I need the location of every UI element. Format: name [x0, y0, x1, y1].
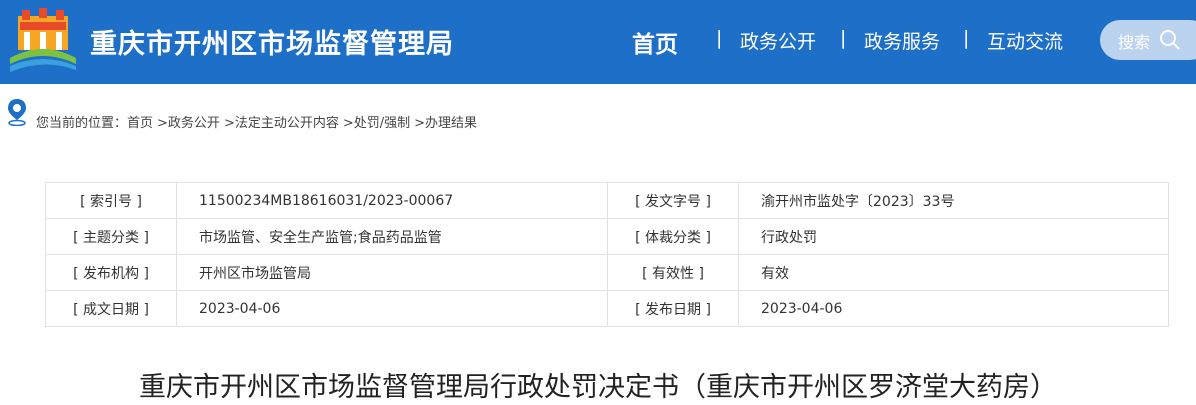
meta-label: [ 有效性 ]	[607, 254, 739, 291]
meta-label: [ 发文字号 ]	[607, 182, 739, 219]
meta-value: 有效	[738, 254, 1169, 291]
nav-gov-services[interactable]: 政务服务	[864, 27, 940, 54]
location-pin-icon	[8, 99, 26, 126]
nav-separator: |	[840, 27, 847, 49]
meta-label: [ 主题分类 ]	[45, 218, 177, 255]
meta-label: [ 索引号 ]	[45, 182, 177, 219]
search-icon	[1160, 30, 1180, 50]
meta-value: 开州区市场监管局	[176, 254, 608, 291]
table-row: [ 发布机构 ] 开州区市场监管局 [ 有效性 ] 有效	[45, 254, 1169, 291]
breadcrumb: 您当前的位置：首页 >政务公开 >法定主动公开内容 >处罚/强制 >办理结果	[0, 98, 1196, 138]
nav-interaction[interactable]: 互动交流	[987, 27, 1063, 54]
meta-value: 2023-04-06	[176, 290, 608, 327]
meta-label: [ 体裁分类 ]	[607, 218, 739, 255]
nav-gov-info[interactable]: 政务公开	[740, 27, 816, 54]
breadcrumb-link-gov-info[interactable]: >政务公开	[157, 116, 220, 131]
table-row: [ 索引号 ] 11500234MB18616031/2023-00067 [ …	[45, 182, 1169, 219]
breadcrumb-prefix: 您当前的位置：	[36, 116, 128, 131]
nav-home[interactable]: 首页	[632, 25, 678, 59]
logo-icon	[10, 8, 76, 72]
meta-label: [ 发布机构 ]	[45, 254, 177, 291]
nav-separator: |	[716, 27, 723, 49]
breadcrumb-link-result[interactable]: >办理结果	[414, 116, 477, 131]
table-row: [ 主题分类 ] 市场监管、安全生产监管;食品药品监管 [ 体裁分类 ] 行政处…	[45, 218, 1169, 255]
breadcrumb-link-home[interactable]: 首页	[127, 116, 153, 131]
nav-separator: |	[963, 27, 970, 49]
meta-label: [ 成文日期 ]	[45, 290, 177, 327]
meta-value: 市场监管、安全生产监管;食品药品监管	[176, 218, 608, 255]
site-title: 重庆市开州区市场监督管理局	[90, 29, 454, 60]
meta-value: 11500234MB18616031/2023-00067	[176, 182, 608, 219]
breadcrumb-text: 您当前的位置：首页 >政务公开 >法定主动公开内容 >处罚/强制 >办理结果	[36, 112, 477, 131]
search-label: 搜索	[1118, 33, 1151, 52]
meta-label: [ 发布日期 ]	[607, 290, 739, 327]
meta-value: 渝开州市监处字〔2023〕33号	[738, 182, 1169, 219]
document-title: 重庆市开州区市场监督管理局行政处罚决定书（重庆市开州区罗济堂大药房）	[139, 372, 1057, 403]
document-meta-table: [ 索引号 ] 11500234MB18616031/2023-00067 [ …	[45, 182, 1169, 327]
breadcrumb-link-statutory[interactable]: >法定主动公开内容	[224, 116, 339, 131]
meta-value: 行政处罚	[738, 218, 1169, 255]
meta-value: 2023-04-06	[738, 290, 1169, 327]
breadcrumb-link-penalty[interactable]: >处罚/强制	[343, 116, 410, 131]
search-button[interactable]: 搜索	[1100, 20, 1196, 60]
site-header: 重庆市开州区市场监督管理局 首页 | 政务公开 | 政务服务 | 互动交流 搜索	[0, 0, 1196, 84]
table-row: [ 成文日期 ] 2023-04-06 [ 发布日期 ] 2023-04-06	[45, 290, 1169, 327]
